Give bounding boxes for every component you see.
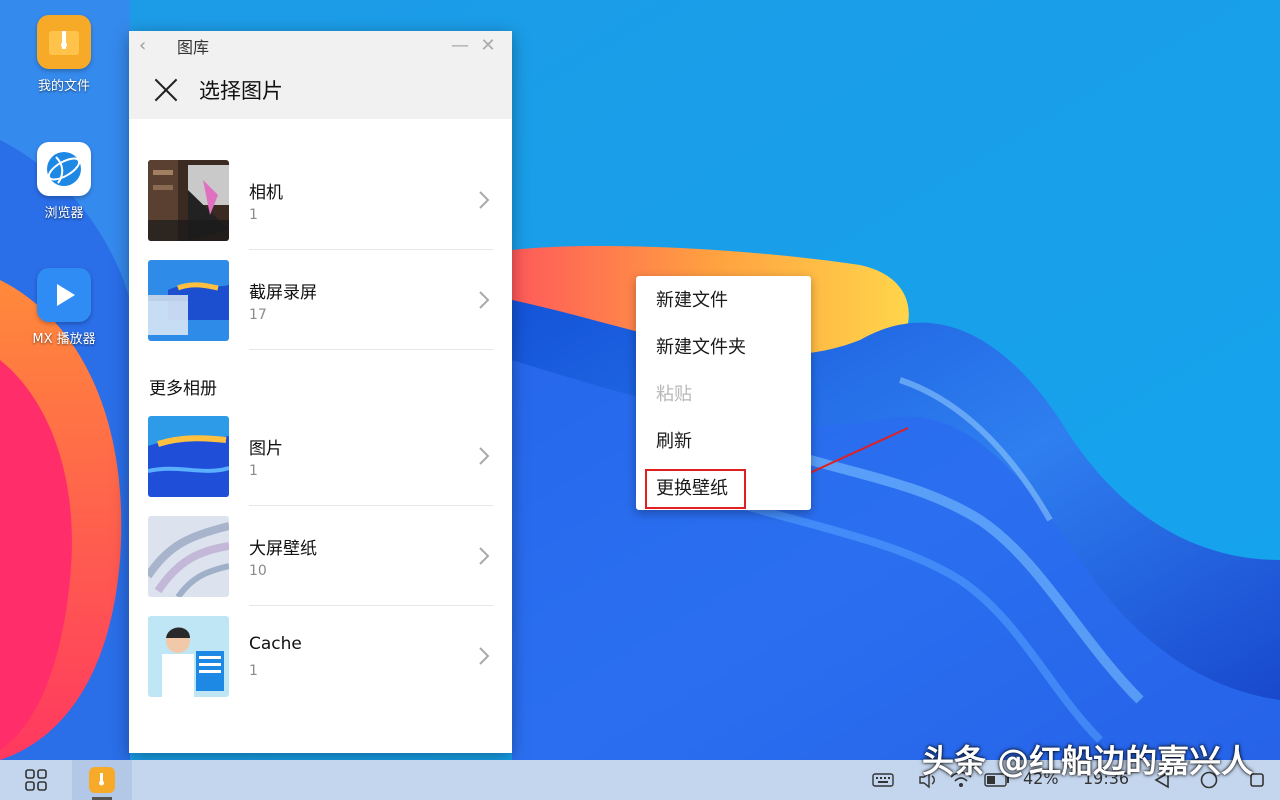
menu-item-new-folder[interactable]: 新建文件夹 [636,324,811,371]
window-titlebar: ‹ 图库 — ✕ [129,31,512,60]
album-thumbnail [148,516,229,597]
album-large-wallpaper[interactable]: 大屏壁纸 10 [129,516,512,616]
divider [249,505,493,506]
album-count: 17 [249,307,267,323]
window-title: 图库 [177,37,210,57]
watermark-text: 头条 @红船边的嘉兴人 [922,742,1254,780]
menu-item-refresh[interactable]: 刷新 [636,418,811,465]
gallery-window: ‹ 图库 — ✕ 选择图片 相机 1 截屏录屏 17 更多相册 图片 1 大屏壁… [129,31,512,753]
album-cache[interactable]: Cache 1 [129,616,512,716]
select-picture-header: 选择图片 [129,60,512,119]
album-thumbnail [148,260,229,341]
album-thumbnail [148,616,229,697]
album-name: 相机 [249,183,283,203]
album-name: 截屏录屏 [249,283,317,303]
album-name: 图片 [249,439,283,459]
album-count: 1 [249,663,258,679]
album-screenshots[interactable]: 截屏录屏 17 [129,260,512,360]
divider [249,349,493,350]
close-window-icon[interactable]: ✕ [474,35,502,56]
album-count: 10 [249,563,267,579]
chevron-right-icon [479,291,490,309]
desktop-context-menu: 新建文件 新建文件夹 粘贴 刷新 更换壁纸 [636,276,811,510]
desktop-icon-mx-player[interactable]: MX 播放器 [9,268,119,347]
chevron-right-icon [479,647,490,665]
album-count: 1 [249,463,258,479]
folder-zip-icon [37,15,91,69]
desktop-icon-label: 浏览器 [44,206,84,221]
desktop-icon-label: 我的文件 [37,79,90,94]
keyboard-icon[interactable] [868,760,898,800]
close-icon[interactable] [153,77,179,103]
back-chevron-icon[interactable]: ‹ [139,35,159,56]
album-thumbnail [148,416,229,497]
menu-item-new-file[interactable]: 新建文件 [636,277,811,324]
page-title: 选择图片 [199,78,283,103]
folder-zip-icon [89,767,115,793]
browser-globe-icon [37,142,91,196]
desktop-icon-my-files[interactable]: 我的文件 [9,15,119,94]
taskbar-app-gallery[interactable] [72,760,132,800]
menu-item-paste: 粘贴 [656,384,692,405]
album-pictures[interactable]: 图片 1 [129,416,512,516]
desktop-icon-browser[interactable]: 浏览器 [9,142,119,221]
divider [249,605,493,606]
desktop-icon-label: MX 播放器 [32,332,96,347]
album-name: Cache [249,634,302,654]
chevron-right-icon [479,447,490,465]
album-count: 1 [249,207,258,223]
chevron-right-icon [479,547,490,565]
album-name: 大屏壁纸 [249,539,317,559]
highlight-box [645,469,746,509]
minimize-icon[interactable]: — [446,35,474,56]
section-title-more-albums: 更多相册 [149,379,217,399]
menu-item-change-wallpaper[interactable]: 更换壁纸 [636,465,811,512]
album-thumbnail [148,160,229,241]
album-camera[interactable]: 相机 1 [129,160,512,260]
app-grid-icon[interactable] [20,760,52,800]
play-icon [37,268,91,322]
divider [249,249,493,250]
chevron-right-icon [479,191,490,209]
